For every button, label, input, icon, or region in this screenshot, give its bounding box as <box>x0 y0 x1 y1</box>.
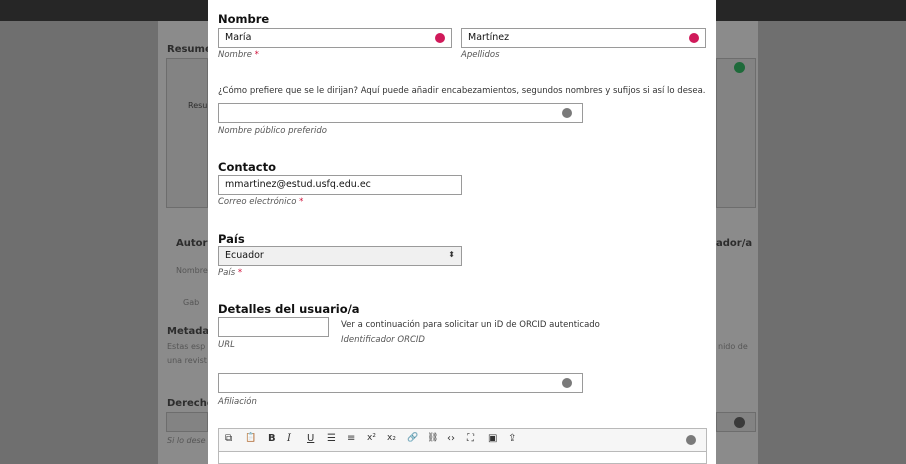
bg-right-text: nido de <box>718 342 748 351</box>
email-input[interactable]: mmartinez@estud.usfq.edu.ec <box>218 175 462 195</box>
url-label: URL <box>218 340 235 350</box>
bg-globe-icon <box>734 417 745 428</box>
globe-icon[interactable] <box>562 378 572 388</box>
code-icon[interactable]: ‹› <box>447 433 455 444</box>
bg-una-text: una revist <box>167 356 207 365</box>
country-value: Ecuador <box>225 250 264 261</box>
biography-editor[interactable] <box>218 452 707 464</box>
country-label: País * <box>218 268 243 278</box>
orcid-label: Identificador ORCID <box>341 335 425 345</box>
bg-globe-icon <box>734 62 745 73</box>
family-name-input[interactable]: Martínez <box>461 28 706 48</box>
bg-nombre-col: Nombre <box>176 266 208 275</box>
url-input[interactable] <box>218 317 329 337</box>
bg-right-tab: ador/a <box>716 238 753 249</box>
family-name-label: Apellidos <box>461 50 500 60</box>
section-title-detalles: Detalles del usuario/a <box>218 302 360 316</box>
preferred-name-label: Nombre público preferido <box>218 126 327 136</box>
copy-icon[interactable]: ⧉ <box>225 433 232 444</box>
section-title-nombre: Nombre <box>218 12 270 26</box>
bg-resu-label: Resu <box>188 101 208 110</box>
orcid-help: Ver a continuación para solicitar un iD … <box>341 320 600 330</box>
section-title-contacto: Contacto <box>218 160 276 174</box>
bullet-list-icon[interactable]: ☰ <box>327 433 336 444</box>
given-name-value: María <box>225 32 252 43</box>
select-arrows-icon: ⬍ <box>448 250 455 259</box>
family-name-value: Martínez <box>468 32 510 43</box>
user-details-modal <box>208 0 716 464</box>
bold-button[interactable]: B <box>268 433 276 444</box>
unlink-icon[interactable]: ⛓ <box>427 433 438 443</box>
bg-estas-text: Estas esp <box>167 342 206 351</box>
country-select[interactable]: Ecuador ⬍ <box>218 246 462 266</box>
globe-icon[interactable] <box>689 33 699 43</box>
globe-icon[interactable] <box>562 108 572 118</box>
bg-resumen-box-right <box>716 58 756 208</box>
affiliation-label: Afiliación <box>218 397 257 407</box>
email-label: Correo electrónico * <box>218 197 304 207</box>
globe-icon[interactable] <box>686 435 696 445</box>
preferred-name-help: ¿Cómo prefiere que se le dirijan? Aquí p… <box>218 86 706 96</box>
paste-icon[interactable]: 📋 <box>245 433 256 443</box>
preferred-name-input[interactable] <box>218 103 583 123</box>
given-name-label: Nombre * <box>218 50 259 60</box>
superscript-button[interactable]: x² <box>367 433 376 443</box>
editor-toolbar: ⧉ 📋 B I U ☰ ≡ x² x₂ 🔗 ⛓ ‹› ⛶ ▣ ⇪ <box>218 428 707 452</box>
bg-gab-row: Gab <box>183 298 200 307</box>
email-value: mmartinez@estud.usfq.edu.ec <box>225 179 371 190</box>
bg-resumen-heading: Resume <box>167 44 212 55</box>
subscript-button[interactable]: x₂ <box>387 433 396 443</box>
given-name-input[interactable]: María <box>218 28 452 48</box>
bg-autor-heading: Autor <box>176 238 208 249</box>
bg-si-lo-text: Si lo dese <box>167 436 206 445</box>
section-title-pais: País <box>218 232 245 246</box>
underline-button[interactable]: U <box>307 433 314 444</box>
affiliation-input[interactable] <box>218 373 583 393</box>
italic-button[interactable]: I <box>287 433 291 444</box>
bg-metadat-heading: Metadat <box>167 326 214 337</box>
bg-resumen-box <box>166 58 208 208</box>
bg-derecho-field <box>166 412 208 432</box>
numbered-list-icon[interactable]: ≡ <box>347 433 355 444</box>
link-icon[interactable]: 🔗 <box>407 433 418 443</box>
image-icon[interactable]: ▣ <box>488 433 497 444</box>
upload-icon[interactable]: ⇪ <box>508 433 516 444</box>
bg-derecho-heading: Derecho <box>167 398 214 409</box>
fullscreen-icon[interactable]: ⛶ <box>467 433 474 444</box>
globe-icon[interactable] <box>435 33 445 43</box>
